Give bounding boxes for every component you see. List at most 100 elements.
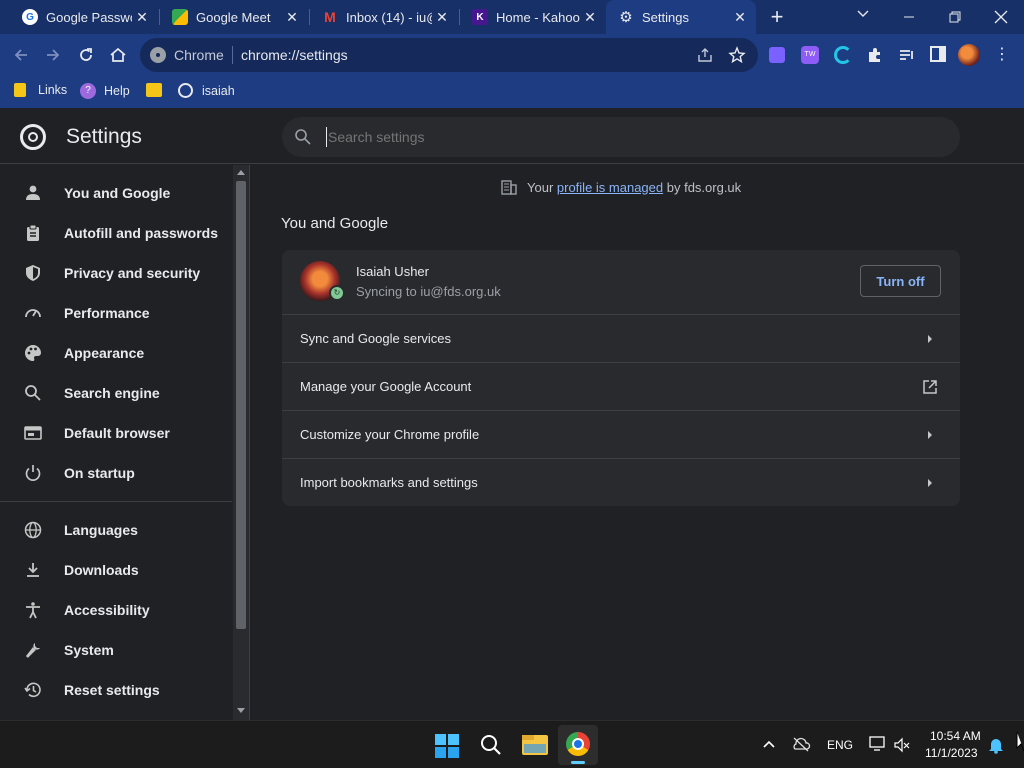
close-tab-icon[interactable]: ✕ [730,9,750,26]
tab-title: Google Passwo [46,9,132,25]
tab-google-meet[interactable]: Google Meet ✕ [160,0,308,34]
settings-row-sync-and-google-services[interactable]: Sync and Google services [282,314,960,362]
sidebar-item-label: Reset settings [64,682,160,698]
reading-list-icon[interactable] [898,46,916,64]
side-panel-icon[interactable] [930,46,946,62]
sidebar-item-label: Autofill and passwords [64,225,219,241]
close-tab-icon[interactable]: ✕ [282,9,302,26]
search-input[interactable] [326,127,926,147]
sidebar-item-label: Accessibility [64,602,150,618]
restore-button[interactable] [944,6,966,28]
tab-title: Home - Kahoot! [496,9,580,25]
sidebar-item-autofill-and-passwords[interactable]: Autofill and passwords [0,213,232,253]
sidebar-item-default-browser[interactable]: Default browser [0,413,232,453]
tab-gmail-inbox[interactable]: M Inbox (14) - iu@ ✕ [310,0,458,34]
bookmark-links[interactable]: Links [14,83,67,97]
extension-tw-icon[interactable]: TW [801,46,819,64]
show-hidden-icons-chevron-up-icon[interactable] [762,737,776,751]
profile-managed-link[interactable]: profile is managed [557,180,663,195]
scrollbar-thumb[interactable] [236,181,246,629]
power-icon [24,464,42,482]
sidebar-item-label: Downloads [64,562,139,578]
settings-row-import-bookmarks-and-settings[interactable]: Import bookmarks and settings [282,458,960,506]
bookmark-yellow[interactable] [146,83,162,97]
notification-bell-icon[interactable] [988,736,1004,754]
sidebar-item-label: Languages [64,522,138,538]
tab-title: Google Meet [196,9,271,25]
kahoot-favicon-icon: K [472,9,488,25]
url-text[interactable]: chrome://settings [241,47,348,63]
extension-purple-icon[interactable] [769,47,785,63]
page-title: Settings [66,125,142,148]
search-icon [24,384,42,402]
volume-muted-icon[interactable] [893,736,911,754]
chrome-taskbar-button[interactable] [558,725,598,765]
sidebar-item-downloads[interactable]: Downloads [0,550,232,590]
sidebar-item-languages[interactable]: Languages [0,510,232,550]
wrench-icon [24,641,42,659]
taskbar-search-icon[interactable] [479,733,503,757]
onedrive-offline-icon[interactable] [791,736,811,752]
clock-date[interactable]: 11/1/2023 [925,746,978,760]
folder-icon [14,83,26,97]
row-label: Sync and Google services [300,331,452,346]
tab-kahoot[interactable]: K Home - Kahoot! ✕ [460,0,606,34]
settings-row-customize-your-chrome-profile[interactable]: Customize your Chrome profile [282,410,960,458]
reload-button[interactable] [75,44,97,66]
sidebar-item-appearance[interactable]: Appearance [0,333,232,373]
sidebar-item-accessibility[interactable]: Accessibility [0,590,232,630]
sidebar-item-performance[interactable]: Performance [0,293,232,333]
gear-icon: ⚙ [619,9,633,26]
sidebar-item-reset-settings[interactable]: Reset settings [0,670,232,710]
palette-icon [24,344,42,362]
chrome-icon [566,732,590,756]
minimize-button[interactable] [898,6,920,28]
address-bar[interactable]: Chrome chrome://settings [140,38,758,72]
scroll-up-icon[interactable] [237,170,245,175]
close-window-button[interactable] [990,6,1012,28]
turn-off-sync-button[interactable]: Turn off [860,265,941,297]
sync-badge-icon: ↻ [329,285,345,301]
input-language[interactable]: ENG [827,738,853,752]
settings-row-manage-your-google-account[interactable]: Manage your Google Account [282,362,960,410]
back-button[interactable] [10,44,32,66]
close-tab-icon[interactable]: ✕ [580,9,600,26]
bookmark-star-icon[interactable] [728,46,746,64]
tab-search-chevron-down-icon[interactable] [852,6,874,28]
sidebar-item-search-engine[interactable]: Search engine [0,373,232,413]
clock-time[interactable]: 10:54 AM [930,729,981,743]
extension-refresh-icon[interactable] [834,46,852,64]
sidebar-item-you-and-google[interactable]: You and Google [0,173,232,213]
browser-icon [24,424,42,442]
tab-google-passwords[interactable]: G Google Passwo ✕ [10,0,158,34]
sidebar-item-system[interactable]: System [0,630,232,670]
network-icon[interactable] [868,735,888,753]
forward-button[interactable] [42,44,64,66]
bookmark-help[interactable]: ? Help [80,83,130,99]
windows-start-icon[interactable] [435,734,459,758]
more-menu-icon[interactable]: ⋮ [994,45,1010,65]
scroll-down-icon[interactable] [237,708,245,713]
history-icon [24,681,42,699]
bookmark-label: Help [104,84,130,98]
tab-settings[interactable]: ⚙ Settings ✕ [606,0,756,34]
file-explorer-icon[interactable] [522,735,548,755]
open-in-new-icon [918,379,942,395]
sidebar-item-privacy-and-security[interactable]: Privacy and security [0,253,232,293]
close-tab-icon[interactable]: ✕ [432,9,452,26]
share-icon[interactable] [696,46,714,64]
new-tab-button[interactable]: + [766,5,788,29]
sidebar-item-label: System [64,642,114,658]
home-button[interactable] [107,44,129,66]
bookmark-isaiah[interactable]: isaiah [178,83,235,98]
close-tab-icon[interactable]: ✕ [132,9,152,26]
profile-avatar[interactable] [958,44,980,66]
google-meet-favicon-icon [172,9,188,25]
sidebar-item-label: On startup [64,465,135,481]
sidebar-item-on-startup[interactable]: On startup [0,453,232,493]
search-settings-box[interactable] [282,117,960,157]
shield-icon [24,264,42,282]
sync-status: Syncing to iu@fds.org.uk [356,284,501,299]
gmail-favicon-icon: M [324,9,336,25]
puzzle-extensions-icon[interactable] [866,46,884,64]
